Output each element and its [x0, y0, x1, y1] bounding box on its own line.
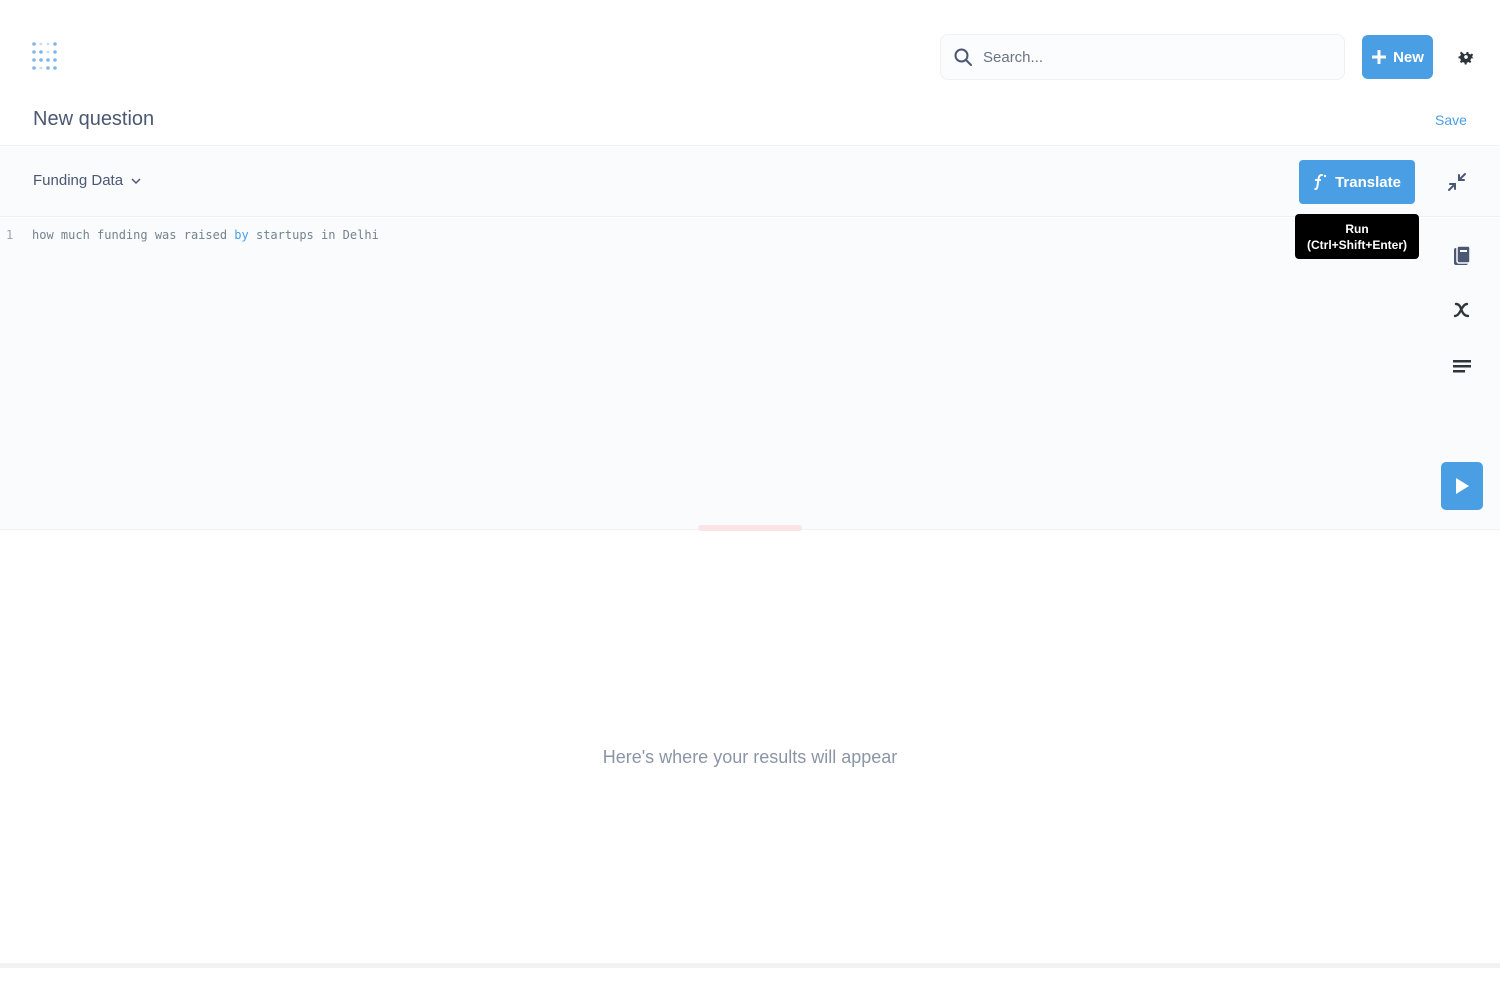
search-icon — [954, 48, 972, 66]
new-button[interactable]: New — [1362, 35, 1433, 79]
code-segment: startups in Delhi — [248, 228, 379, 242]
translate-button[interactable]: Translate — [1299, 160, 1415, 204]
code-segment: how much funding was raised — [32, 228, 235, 242]
format-icon[interactable] — [1450, 356, 1474, 380]
collapse-icon[interactable] — [1446, 171, 1468, 193]
database-picker[interactable]: Funding Data — [33, 172, 141, 189]
top-bar: New — [0, 0, 1500, 100]
chevron-down-icon — [131, 177, 141, 184]
logo-icon[interactable] — [30, 40, 62, 76]
code-keyword: by — [234, 228, 249, 242]
variables-icon[interactable] — [1450, 298, 1474, 322]
run-button[interactable] — [1441, 462, 1483, 510]
code-text[interactable]: how much funding was raised by startups … — [32, 228, 379, 242]
results-area: Here's where your results will appear — [0, 531, 1500, 963]
function-icon — [1314, 174, 1327, 190]
editor-toolbar: Funding Data Translate — [0, 147, 1500, 217]
new-button-label: New — [1393, 48, 1424, 66]
play-icon — [1456, 478, 1469, 494]
run-tooltip: Run (Ctrl+Shift+Enter) — [1295, 214, 1419, 259]
results-placeholder: Here's where your results will appear — [602, 747, 898, 767]
save-button[interactable]: Save — [1435, 112, 1467, 128]
database-name: Funding Data — [33, 172, 124, 189]
app: New New question Save Funding Data Trans… — [0, 0, 1500, 1000]
data-reference-icon[interactable] — [1450, 244, 1474, 268]
search-input[interactable] — [983, 48, 1323, 66]
code-line[interactable]: 1 how much funding was raised by startup… — [0, 228, 379, 242]
tooltip-line-2: (Ctrl+Shift+Enter) — [1306, 237, 1407, 252]
gear-icon[interactable] — [1455, 46, 1477, 68]
tooltip-line-1: Run — [1345, 221, 1369, 236]
footer-divider — [0, 963, 1500, 968]
page-title: New question — [33, 108, 155, 130]
line-number: 1 — [6, 228, 14, 242]
translate-button-label: Translate — [1335, 173, 1401, 191]
query-editor[interactable]: 1 how much funding was raised by startup… — [0, 218, 1500, 530]
search-box[interactable] — [940, 34, 1345, 80]
plus-icon — [1372, 50, 1387, 64]
question-header: New question Save — [0, 100, 1500, 146]
